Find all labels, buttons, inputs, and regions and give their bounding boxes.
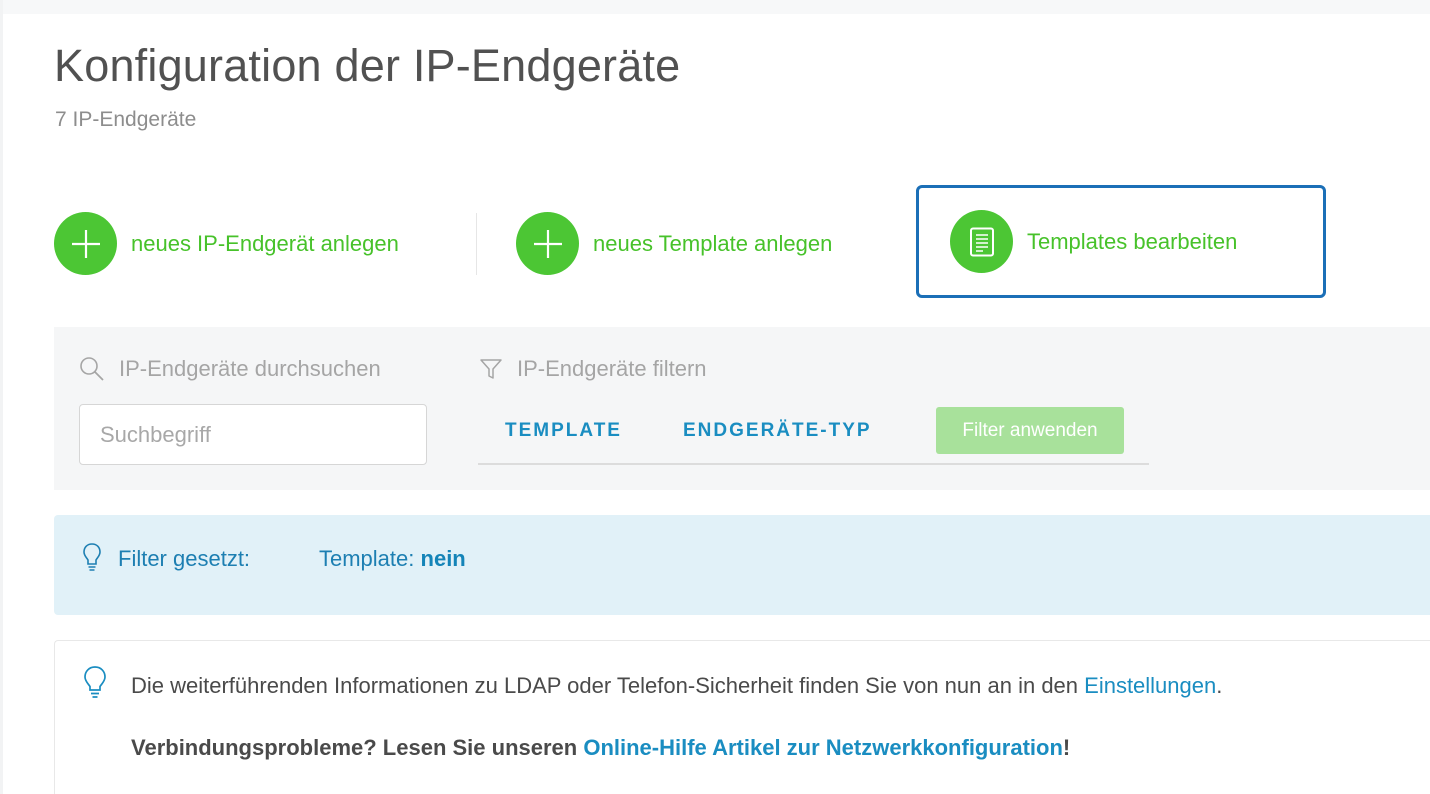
tab-device-type[interactable]: ENDGERÄTE-TYP — [683, 420, 872, 442]
active-filter-label: Filter gesetzt: — [118, 546, 251, 571]
search-icon — [80, 357, 104, 381]
document-icon — [950, 210, 1013, 273]
active-filter-template: Template: nein — [319, 546, 466, 572]
edit-templates-label: Templates bearbeiten — [1027, 228, 1238, 254]
info-line1-end: . — [1216, 673, 1223, 698]
active-filter-key: Template: — [319, 546, 415, 571]
top-bar — [0, 0, 1430, 14]
apply-filter-button[interactable]: Filter anwenden — [936, 407, 1124, 454]
left-edge — [0, 0, 3, 794]
plus-icon — [54, 212, 117, 275]
edit-templates-button[interactable]: Templates bearbeiten — [916, 185, 1326, 298]
active-filter-value: nein — [420, 546, 466, 571]
lightbulb-icon — [84, 666, 106, 698]
search-input[interactable] — [79, 404, 427, 465]
device-count: 7 IP-Endgeräte — [55, 108, 197, 131]
search-heading: IP-Endgeräte durchsuchen — [79, 356, 381, 382]
new-template-button[interactable]: neues Template anlegen — [516, 212, 832, 275]
new-device-label: neues IP-Endgerät anlegen — [131, 230, 399, 256]
new-template-label: neues Template anlegen — [593, 230, 833, 256]
settings-link[interactable]: Einstellungen — [1084, 673, 1216, 698]
filter-heading: IP-Endgeräte filtern — [479, 356, 707, 382]
page-title: Konfiguration der IP-Endgeräte — [54, 40, 681, 91]
plus-icon — [516, 212, 579, 275]
info-line2-end: ! — [1062, 735, 1071, 760]
info-help-text: Verbindungsprobleme? Lesen Sie unseren O… — [131, 735, 1070, 761]
funnel-icon — [480, 359, 502, 379]
search-label: IP-Endgeräte durchsuchen — [119, 356, 381, 381]
filter-label: IP-Endgeräte filtern — [517, 356, 707, 381]
info-line1-text: Die weiterführenden Informationen zu LDA… — [131, 673, 1085, 698]
network-help-link[interactable]: Online-Hilfe Artikel zur Netzwerkkonfigu… — [583, 735, 1063, 760]
info-settings-text: Die weiterführenden Informationen zu LDA… — [131, 673, 1222, 699]
tabs-underline — [478, 463, 1149, 465]
tab-template[interactable]: TEMPLATE — [505, 420, 622, 442]
active-filter-banner — [54, 515, 1430, 615]
info-box — [54, 640, 1430, 794]
lightbulb-icon — [83, 543, 101, 571]
action-divider — [476, 213, 477, 275]
new-device-button[interactable]: neues IP-Endgerät anlegen — [54, 212, 399, 275]
info-line2-text: Verbindungsprobleme? Lesen Sie unseren — [131, 735, 584, 760]
